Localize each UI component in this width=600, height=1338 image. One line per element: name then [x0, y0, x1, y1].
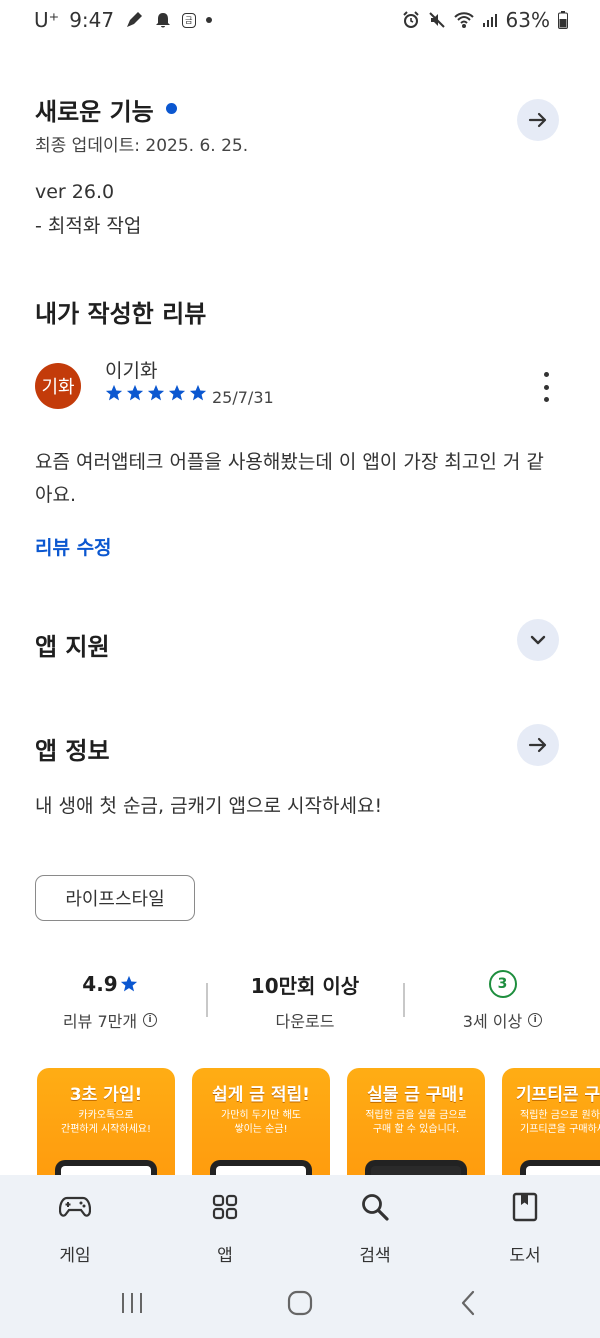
- downloads-label: 다운로드: [275, 1012, 335, 1031]
- nav-label: 검색: [359, 1246, 391, 1266]
- nav-item-games[interactable]: 게임: [35, 1189, 115, 1266]
- recent-apps-icon[interactable]: [120, 1291, 144, 1315]
- chevron-down-icon: [530, 635, 546, 645]
- star-icon: [189, 384, 207, 401]
- gamepad-icon: [35, 1189, 115, 1225]
- rating-stars: [105, 384, 207, 402]
- edit-review-link[interactable]: 리뷰 수정: [35, 533, 112, 560]
- category-chip[interactable]: 라이프스타일: [35, 875, 195, 921]
- screenshot-caption: 적립한 금으로 원하: [520, 1110, 600, 1121]
- screenshot-title: 3초 가입!: [69, 1085, 143, 1105]
- screenshot-caption: 적립한 금을 실물 금으로: [365, 1110, 467, 1121]
- info-icon: i: [528, 1013, 543, 1027]
- apps-grid-icon: [185, 1189, 265, 1225]
- screenshot-caption: 카카오톡으로: [78, 1110, 134, 1121]
- app-description: 내 생애 첫 순금, 금캐기 앱으로 시작하세요!: [35, 795, 383, 817]
- clock: 9:47: [69, 8, 115, 32]
- nav-label: 도서: [509, 1246, 541, 1266]
- system-navigation-bar: [0, 1275, 600, 1338]
- age-rating-stat[interactable]: 3 3세 이상 i: [425, 968, 580, 1032]
- downloads-stat: 10만회 이상 다운로드: [225, 968, 385, 1032]
- wifi-icon: [453, 11, 474, 29]
- reviewer-name: 이기화: [105, 360, 158, 382]
- info-icon: i: [143, 1013, 158, 1027]
- rating-count-label: 리뷰 7만개: [62, 1012, 138, 1031]
- last-updated-text: 최종 업데이트: 2025. 6. 25.: [35, 136, 249, 156]
- home-icon[interactable]: [287, 1290, 313, 1316]
- app-support-expand-button[interactable]: [517, 619, 559, 661]
- book-icon: [485, 1189, 565, 1225]
- search-icon: [335, 1189, 415, 1225]
- back-icon[interactable]: [458, 1290, 478, 1316]
- rating-stat[interactable]: 4.9 리뷰 7만개 i: [35, 968, 185, 1032]
- screenshot-caption: 기프티콘을 구매하세: [520, 1124, 600, 1135]
- screenshot-caption: 쌓이는 순금!: [234, 1124, 288, 1135]
- star-icon: [147, 384, 165, 401]
- rating-value: 4.9: [82, 972, 118, 996]
- review-date: 25/7/31: [212, 388, 274, 407]
- screenshot-title: 실물 금 구매!: [367, 1085, 465, 1105]
- release-note-text: - 최적화 작업: [35, 215, 142, 237]
- age-rating-badge: 3: [488, 970, 517, 998]
- screenshot-caption: 간편하게 시작하세요!: [61, 1124, 151, 1135]
- screenshot-title: 기프티콘 구: [516, 1085, 600, 1105]
- nav-label: 앱: [217, 1246, 233, 1266]
- star-icon: [168, 384, 186, 401]
- app-notification-icon: 금: [182, 12, 196, 28]
- app-info-arrow-button[interactable]: [517, 724, 559, 766]
- app-support-title: 앱 지원: [35, 633, 110, 661]
- bottom-navigation: 게임 앱 검색 도서: [0, 1175, 600, 1275]
- nav-item-books[interactable]: 도서: [485, 1189, 565, 1266]
- screenshot-title: 쉽게 금 적립!: [212, 1085, 310, 1105]
- mute-icon: [428, 11, 446, 29]
- battery-percent: 63%: [505, 8, 550, 32]
- version-text: ver 26.0: [35, 181, 115, 203]
- whats-new-heading: 새로운 기능: [35, 92, 177, 127]
- more-options-kebab-icon[interactable]: [534, 372, 558, 402]
- pen-notification-icon: [124, 10, 144, 30]
- battery-icon: [558, 11, 568, 29]
- alarm-icon: [402, 11, 420, 29]
- screenshot-caption: 가만히 두기만 해도: [221, 1110, 301, 1121]
- stat-divider: [403, 983, 405, 1017]
- star-icon: [120, 975, 137, 992]
- new-indicator-dot-icon: [165, 103, 177, 114]
- avatar: 기화: [35, 363, 81, 409]
- whats-new-title: 새로운 기능: [35, 98, 154, 126]
- app-info-title: 앱 정보: [35, 737, 110, 765]
- nav-item-search[interactable]: 검색: [335, 1189, 415, 1266]
- stat-divider: [206, 983, 208, 1017]
- arrow-right-icon: [528, 112, 547, 128]
- star-icon: [105, 384, 123, 401]
- bell-icon: [154, 11, 172, 29]
- signal-icon: [482, 12, 498, 28]
- downloads-value: 10만회 이상: [250, 973, 360, 998]
- more-notifications-dot-icon: [205, 17, 212, 23]
- carrier-label: U⁺: [34, 8, 60, 32]
- star-icon: [126, 384, 144, 401]
- review-text: 요즘 여러앱테크 어플을 사용해봤는데 이 앱이 가장 최고인 거 같아요.: [35, 451, 544, 506]
- arrow-right-icon: [528, 737, 547, 753]
- whats-new-arrow-button[interactable]: [517, 99, 559, 141]
- my-review-title: 내가 작성한 리뷰: [35, 300, 207, 328]
- nav-label: 게임: [59, 1246, 91, 1266]
- screenshot-caption: 구매 할 수 있습니다.: [372, 1124, 460, 1135]
- status-bar: U⁺ 9:47 금 63%: [0, 0, 600, 40]
- nav-item-apps[interactable]: 앱: [185, 1189, 265, 1266]
- age-rating-label: 3세 이상: [462, 1012, 523, 1031]
